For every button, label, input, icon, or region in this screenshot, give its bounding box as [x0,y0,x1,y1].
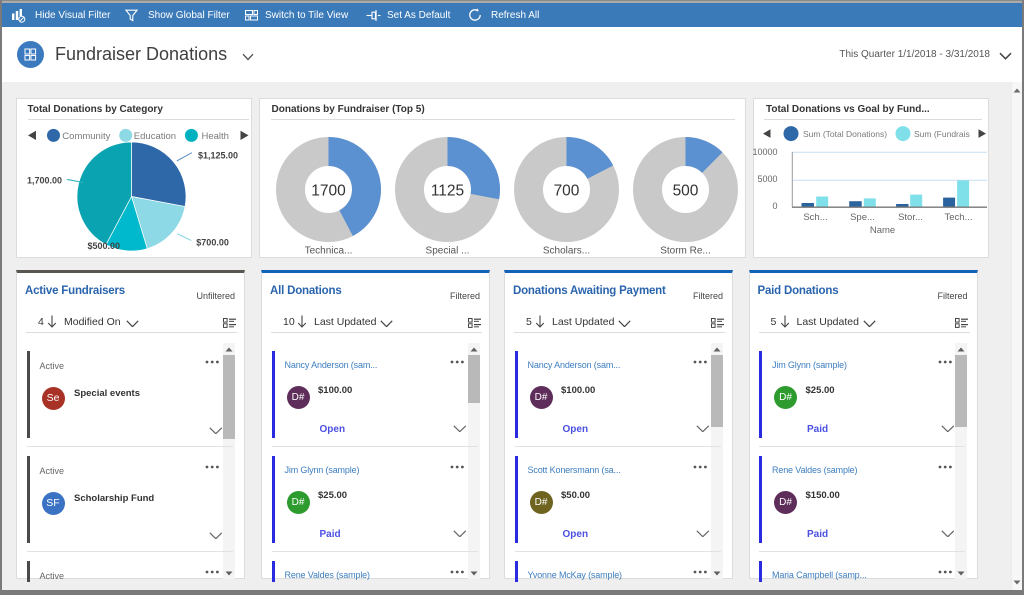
svg-text:Sum (Fundrais: Sum (Fundrais [914,129,970,139]
svg-text:Sch...: Sch... [803,212,827,223]
svg-text:Storm Re...: Storm Re... [660,246,711,257]
svg-text:0: 0 [772,201,777,211]
svg-text:Tech...: Tech... [944,212,972,223]
svg-text:500: 500 [672,182,698,199]
svg-text:1700: 1700 [311,182,346,199]
svg-text:Special ...: Special ... [425,246,469,257]
svg-text:$500.00: $500.00 [88,241,121,251]
svg-text:Sum (Total Donations): Sum (Total Donations) [803,129,887,139]
svg-text:700: 700 [553,182,579,199]
svg-text:Health: Health [202,131,229,142]
svg-text:Education: Education [134,131,176,142]
svg-text:Community: Community [62,131,110,142]
svg-text:Stor...: Stor... [898,212,923,223]
svg-text:$700.00: $700.00 [196,237,229,247]
svg-text:1,700.00: 1,700.00 [27,176,62,186]
svg-text:10000: 10000 [753,147,778,157]
svg-text:Technica...: Technica... [304,246,352,257]
svg-text:Scholars...: Scholars... [542,246,589,257]
svg-text:Name: Name [869,225,894,236]
svg-text:Spe...: Spe... [850,212,875,223]
svg-text:$1,125.00: $1,125.00 [198,150,238,160]
svg-text:5000: 5000 [757,174,777,184]
svg-text:1125: 1125 [430,182,463,199]
